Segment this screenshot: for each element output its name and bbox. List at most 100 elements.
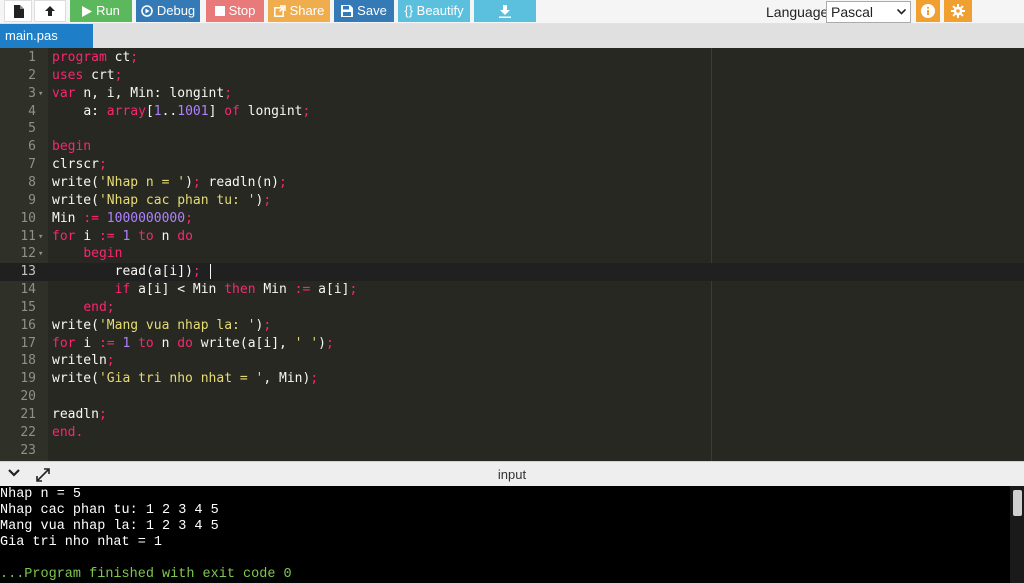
download-icon (499, 4, 511, 18)
code-line[interactable]: 13 read(a[i]); (0, 263, 1024, 282)
line-number: 23 (20, 442, 36, 458)
io-panel-header: input (0, 461, 1024, 486)
code-line[interactable]: 19 write('Gia tri nho nhat = ', Min); (0, 370, 1024, 388)
floppy-icon (341, 5, 354, 17)
line-number: 6 (28, 139, 36, 155)
console-line: Gia tri nho nhat = 1 (0, 535, 163, 550)
code-text: write('Gia tri nho nhat = ', Min); (52, 371, 319, 387)
code-text: begin (83, 246, 123, 262)
line-number: 5 (28, 121, 36, 137)
upload-icon (45, 6, 55, 16)
code-line[interactable]: 8 write('Nhap n = '); readln(n); (0, 174, 1024, 192)
code-line[interactable]: 4 a: array[1..1001] of longint; (0, 103, 1024, 121)
line-number: 19 (20, 371, 36, 387)
code-line[interactable]: 10 Min := 1000000000; (0, 210, 1024, 228)
code-line[interactable]: 22 end. (0, 424, 1024, 442)
code-line[interactable]: 3 ▾ var n, i, Min: longint; (0, 85, 1024, 103)
console-scrollbar[interactable] (1010, 486, 1024, 583)
gear-icon (951, 4, 965, 18)
code-line[interactable]: 20 (0, 388, 1024, 406)
download-button[interactable] (474, 0, 536, 22)
fold-toggle-icon[interactable]: ▾ (38, 228, 43, 246)
code-text: for i := 1 to n do (52, 228, 193, 244)
fold-toggle-icon[interactable]: ▾ (38, 85, 43, 103)
language-select[interactable]: Pascal (826, 1, 911, 23)
code-line[interactable]: 9 write('Nhap cac phan tu: '); (0, 192, 1024, 210)
code-text: end. (52, 424, 84, 440)
code-line[interactable]: 15 end; (0, 299, 1024, 317)
code-text: if a[i] < Min then Min := a[i]; (114, 282, 358, 298)
share-icon (273, 5, 286, 17)
file-icon (13, 4, 24, 18)
code-line[interactable]: 14 if a[i] < Min then Min := a[i]; (0, 281, 1024, 299)
line-number: 4 (28, 103, 36, 119)
line-number: 13 (20, 264, 36, 280)
upload-button[interactable] (34, 0, 66, 22)
code-text: write('Nhap cac phan tu: '); (52, 192, 272, 208)
play-icon (82, 5, 93, 17)
code-text: begin (52, 139, 92, 155)
line-number: 1 (28, 50, 36, 65)
fold-toggle-icon[interactable]: ▾ (38, 245, 43, 263)
line-number: 14 (20, 282, 36, 298)
code-text: uses crt; (52, 67, 123, 83)
tab-main-pas[interactable]: main.pas (0, 24, 93, 48)
run-button[interactable]: Run (70, 0, 132, 22)
code-editor[interactable]: 1 program ct; 2 uses crt; 3 ▾ var n, i, Min: l… (0, 48, 1024, 461)
save-label: Save (357, 3, 387, 18)
line-number: 8 (28, 174, 36, 190)
debug-button[interactable]: Debug (136, 0, 200, 22)
share-label: Share (289, 3, 325, 18)
code-text: for i := 1 to n do write(a[i], ' '); (52, 335, 334, 351)
line-number: 15 (20, 299, 36, 315)
code-line[interactable]: 21 readln; (0, 406, 1024, 424)
stop-label: Stop (228, 3, 256, 18)
language-label: Language (766, 4, 829, 20)
info-button[interactable] (916, 0, 940, 22)
line-number: 10 (20, 210, 36, 226)
console-line: Mang vua nhap la: 1 2 3 4 5 (0, 519, 219, 534)
beautify-button[interactable]: {} Beautify (398, 0, 470, 22)
code-line[interactable]: 7 clrscr; (0, 156, 1024, 174)
code-line[interactable]: 18 writeln; (0, 352, 1024, 370)
output-console[interactable]: Nhap n = 5 Nhap cac phan tu: 1 2 3 4 5 Man… (0, 486, 1024, 583)
console-line: Nhap cac phan tu: 1 2 3 4 5 (0, 503, 219, 518)
settings-button[interactable] (944, 0, 972, 22)
code-text: writeln; (52, 353, 115, 369)
code-line[interactable]: 1 program ct; (0, 49, 1024, 67)
line-number: 20 (20, 389, 36, 405)
scrollbar-thumb[interactable] (1013, 490, 1022, 516)
line-number: 3 (28, 85, 36, 101)
line-number: 11 (20, 228, 36, 244)
code-line[interactable]: 16 write('Mang vua nhap la: '); (0, 317, 1024, 335)
info-icon (921, 4, 935, 18)
code-text: write('Nhap n = '); readln(n); (52, 174, 287, 190)
debug-label: Debug (156, 3, 196, 18)
code-line[interactable]: 2 uses crt; (0, 67, 1024, 85)
line-number: 2 (28, 67, 36, 83)
code-line[interactable]: 23 (0, 442, 1024, 460)
io-panel-title: input (497, 467, 527, 482)
save-button[interactable]: Save (334, 0, 394, 22)
code-line[interactable]: 11 ▾ for i := 1 to n do (0, 228, 1024, 246)
code-text: readln; (52, 407, 107, 422)
stop-button[interactable]: Stop (206, 0, 264, 22)
code-line[interactable]: 5 (0, 120, 1024, 138)
file-tab-bar: main.pas (0, 24, 1024, 48)
code-line[interactable]: 6 begin (0, 138, 1024, 156)
debug-icon (141, 5, 153, 17)
code-line[interactable]: 12 ▾ begin (0, 245, 1024, 263)
code-line[interactable]: 17 for i := 1 to n do write(a[i], ' '); (0, 335, 1024, 353)
line-number: 22 (20, 424, 36, 440)
new-file-button[interactable] (4, 0, 32, 22)
share-button[interactable]: Share (268, 0, 330, 22)
line-number: 17 (20, 335, 36, 351)
code-text: clrscr; (52, 157, 107, 173)
code-text: end; (83, 299, 115, 315)
line-number: 21 (20, 407, 36, 422)
line-number: 18 (20, 353, 36, 369)
line-number: 12 (20, 246, 36, 262)
toolbar: Run Debug Stop Share Save {} Beautify La… (0, 0, 1024, 24)
line-number: 9 (28, 192, 36, 208)
chevron-down-icon (897, 9, 906, 15)
